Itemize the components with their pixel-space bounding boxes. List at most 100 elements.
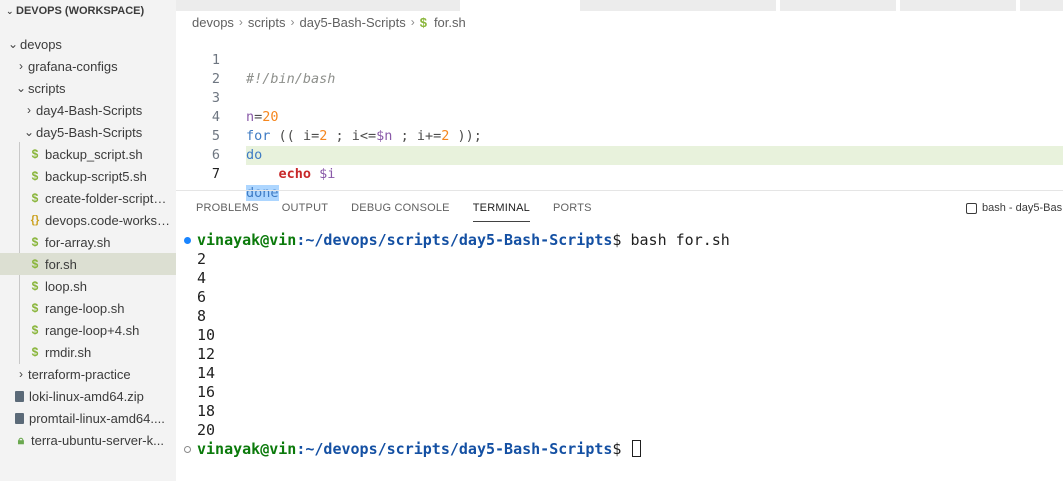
terminal-output-line: 4 xyxy=(197,269,207,287)
workspace-header[interactable]: ⌄ DEVOPS (WORKSPACE) xyxy=(0,0,176,22)
tab-placeholder[interactable] xyxy=(900,0,1016,11)
tab-placeholder[interactable] xyxy=(580,0,776,11)
terminal-output-line: 8 xyxy=(197,307,207,325)
tree-item-label: loki-linux-amd64.zip xyxy=(29,388,144,404)
tree-item-label: grafana-configs xyxy=(28,58,118,74)
terminal-instance[interactable]: bash - day5-Bas xyxy=(966,202,1062,214)
selected-keyword: done xyxy=(246,185,279,201)
tree-file-range-loop4[interactable]: $ range-loop+4.sh xyxy=(0,319,176,341)
tree-item-label: loop.sh xyxy=(45,278,87,294)
tree-item-label: day4-Bash-Scripts xyxy=(36,102,143,118)
terminal-output-line: 12 xyxy=(197,345,216,363)
tree-file-rmdir[interactable]: $ rmdir.sh xyxy=(0,341,176,363)
code-line: 6 echo $i xyxy=(176,127,1063,182)
tree-file-for-array[interactable]: $ for-array.sh xyxy=(0,231,176,253)
terminal[interactable]: vinayak@vin :~/devops/scripts/day5-Bash-S… xyxy=(176,231,1063,481)
chevron-right-icon: › xyxy=(410,15,415,29)
explorer-sidebar: ⌄ DEVOPS (WORKSPACE) ⌄ devops › grafana-… xyxy=(0,0,176,481)
code-text: done xyxy=(246,184,279,203)
chevron-right-icon: › xyxy=(290,15,295,29)
tab-debug-console[interactable]: DEBUG CONSOLE xyxy=(351,202,450,218)
tab-problems[interactable]: PROBLEMS xyxy=(196,202,259,218)
tree-folder-devops[interactable]: ⌄ devops xyxy=(0,33,176,55)
terminal-output-line: 14 xyxy=(197,364,216,382)
prompt-user: vinayak@vin xyxy=(197,231,297,249)
json-braces-icon: {} xyxy=(30,214,40,226)
breadcrumb: devops › scripts › day5-Bash-Scripts › $… xyxy=(192,13,466,31)
code-line: 4 for (( i=2 ; i<=$n ; i+=2 )); xyxy=(176,89,1063,144)
tree-folder-day4[interactable]: › day4-Bash-Scripts xyxy=(0,99,176,121)
chevron-right-icon: › xyxy=(19,367,23,381)
tree-file-promtail[interactable]: promtail-linux-amd64.... xyxy=(0,407,176,429)
tree-item-label: range-loop+4.sh xyxy=(45,322,140,338)
workspace-title: DEVOPS (WORKSPACE) xyxy=(16,5,145,17)
tab-ports[interactable]: PORTS xyxy=(553,202,592,218)
tree-file-backup-script5[interactable]: $ backup-script5.sh xyxy=(0,165,176,187)
tree-file-range-loop[interactable]: $ range-loop.sh xyxy=(0,297,176,319)
terminal-output-line: 16 xyxy=(197,383,216,401)
tree-file-create-folder[interactable]: $ create-folder-script… xyxy=(0,187,176,209)
tree-folder-day5[interactable]: ⌄ day5-Bash-Scripts xyxy=(0,121,176,143)
code-line: 3 n=20 xyxy=(176,70,1063,125)
tab-placeholder[interactable] xyxy=(780,0,896,11)
shell-file-icon: $ xyxy=(31,323,39,337)
tree-file-workspace[interactable]: {} devops.code-works… xyxy=(0,209,176,231)
tab-placeholder[interactable] xyxy=(1020,0,1063,11)
tree-item-label: terra-ubuntu-server-k... xyxy=(31,432,164,448)
shell-file-icon: $ xyxy=(31,301,39,315)
chevron-right-icon: › xyxy=(19,59,23,73)
tree-item-label: create-folder-script… xyxy=(45,190,167,206)
breadcrumb-item[interactable]: day5-Bash-Scripts xyxy=(299,15,405,30)
shell-file-icon: $ xyxy=(31,235,39,249)
command-success-dot[interactable] xyxy=(184,237,191,244)
tree-folder-terraform[interactable]: › terraform-practice xyxy=(0,363,176,385)
tree-item-label: day5-Bash-Scripts xyxy=(36,124,143,140)
tree-file-loop[interactable]: $ loop.sh xyxy=(0,275,176,297)
shell-file-icon: $ xyxy=(419,14,427,30)
prompt-path: :~/devops/scripts/day5-Bash-Scripts xyxy=(296,440,613,458)
chevron-down-icon: ⌄ xyxy=(23,125,35,139)
tree-item-label: promtail-linux-amd64.... xyxy=(29,410,165,426)
command-pending-dot[interactable] xyxy=(184,446,191,453)
lock-icon: 🔒︎ xyxy=(17,432,25,447)
code-line: 1 #!/bin/bash xyxy=(176,32,1063,87)
tree-file-loki-zip[interactable]: loki-linux-amd64.zip xyxy=(0,385,176,407)
terminal-output-line: 2 xyxy=(197,250,207,268)
tree-item-label: rmdir.sh xyxy=(45,344,92,360)
shell-file-icon: $ xyxy=(31,169,39,183)
tree-file-for[interactable]: $ for.sh xyxy=(0,253,176,275)
tab-terminal[interactable]: TERMINAL xyxy=(472,202,531,222)
shell-file-icon: $ xyxy=(31,257,39,271)
chevron-down-icon: ⌄ xyxy=(6,5,14,16)
shell-file-icon: $ xyxy=(31,191,39,205)
shell-file-icon: $ xyxy=(31,345,39,359)
tree-folder-grafana-configs[interactable]: › grafana-configs xyxy=(0,55,176,77)
breadcrumb-item[interactable]: devops xyxy=(192,15,234,30)
tab-placeholder[interactable] xyxy=(176,0,460,11)
tree-item-label: range-loop.sh xyxy=(45,300,125,316)
shell-file-icon: $ xyxy=(31,147,39,161)
zip-file-icon xyxy=(15,412,24,424)
shell-file-icon: $ xyxy=(31,279,39,293)
tab-output[interactable]: OUTPUT xyxy=(282,202,328,218)
zip-file-icon xyxy=(15,390,24,402)
code-line: 5 do xyxy=(176,108,1063,163)
tree-file-terra-key[interactable]: 🔒︎ terra-ubuntu-server-k... xyxy=(0,429,176,451)
tree-item-label: devops.code-works… xyxy=(45,212,170,228)
tree-file-backup-script[interactable]: $ backup_script.sh xyxy=(0,143,176,165)
code-text: echo $i xyxy=(278,166,336,182)
chevron-down-icon: ⌄ xyxy=(7,37,19,51)
code-line: 7 done xyxy=(176,146,1063,201)
terminal-cursor xyxy=(632,440,642,457)
terminal-icon xyxy=(966,202,977,214)
breadcrumb-file[interactable]: for.sh xyxy=(434,15,466,30)
tree-item-label: terraform-practice xyxy=(28,366,131,382)
breadcrumb-item[interactable]: scripts xyxy=(248,15,286,30)
code-editor[interactable]: 1 #!/bin/bash 2 3 n=20 4 for (( i=2 ; i<… xyxy=(176,32,1063,201)
terminal-name: bash - day5-Bas xyxy=(982,202,1063,214)
tree-folder-scripts[interactable]: ⌄ scripts xyxy=(0,77,176,99)
terminal-command: bash for.sh xyxy=(621,231,730,249)
terminal-output-line: 6 xyxy=(197,288,207,306)
tree-item-label: scripts xyxy=(28,80,66,96)
panel-divider[interactable] xyxy=(176,190,1063,191)
